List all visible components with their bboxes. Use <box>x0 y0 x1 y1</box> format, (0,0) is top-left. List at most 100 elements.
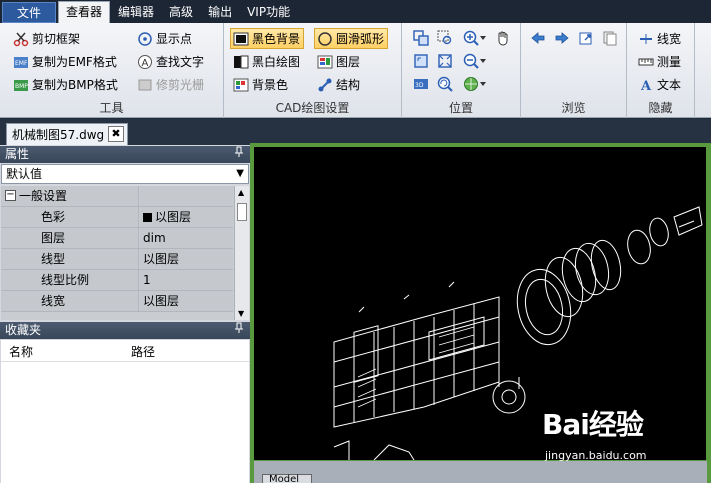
document-tab[interactable]: 机械制图57.dwg ✖ <box>6 123 128 145</box>
property-row-layer[interactable]: 图层 dim <box>1 228 233 249</box>
layers-button[interactable]: 图层 <box>314 51 364 72</box>
property-name: 图层 <box>1 228 139 248</box>
find-text-icon: A <box>137 54 153 70</box>
property-category-label: 一般设置 <box>19 189 68 203</box>
chevron-down-icon[interactable] <box>478 52 488 70</box>
scroll-down-icon[interactable]: ▼ <box>238 309 244 318</box>
fit-to-window-icon[interactable] <box>436 52 454 70</box>
trim-raster-label: 修剪光栅 <box>156 78 205 92</box>
chevron-down-icon[interactable]: ▼ <box>236 165 244 183</box>
drawing-gear-fragment <box>333 440 350 460</box>
background-color-label: 背景色 <box>252 78 289 92</box>
zoom-previous-icon[interactable] <box>436 75 454 93</box>
favorites-list: 名称 路径 <box>1 340 249 483</box>
trim-raster-button[interactable]: 修剪光栅 <box>134 74 208 95</box>
bmp-icon: BMP <box>13 77 29 93</box>
drawing-flange-inner <box>501 389 517 405</box>
property-row-linetype-scale[interactable]: 线型比例 1 <box>1 270 233 291</box>
drawing-ring <box>649 217 669 247</box>
property-scrollbar[interactable]: ▲ ▼ <box>234 186 249 320</box>
cad-settings-group-label: CAD绘图设置 <box>275 101 350 115</box>
pin-icon[interactable] <box>234 322 244 339</box>
drawing-dim-ticks <box>358 281 455 313</box>
cut-frame-button[interactable]: 剪切框架 <box>10 28 84 49</box>
copy-emf-button[interactable]: EMF 复制为EMF格式 <box>10 51 121 72</box>
copy-pages-icon[interactable] <box>601 29 619 47</box>
menu-tab-viewer[interactable]: 查看器 <box>58 1 111 23</box>
hide-group-label: 隐藏 <box>648 101 673 115</box>
properties-title: 属性 <box>5 147 30 161</box>
emf-icon: EMF <box>13 54 29 70</box>
scrollbar-thumb[interactable] <box>237 203 247 221</box>
favorites-col-name[interactable]: 名称 <box>9 343 33 360</box>
property-name: 线型 <box>1 249 139 269</box>
rotate-3d-icon[interactable]: 3D <box>412 75 430 93</box>
property-value[interactable]: 以图层 <box>140 291 233 311</box>
properties-preset-value: 默认值 <box>6 167 43 181</box>
text-button[interactable]: A 文本 <box>635 74 685 95</box>
property-category-value <box>140 186 233 206</box>
chevron-down-icon[interactable] <box>478 29 488 47</box>
copy-bmp-button[interactable]: BMP 复制为BMP格式 <box>10 74 122 95</box>
pan-hand-icon[interactable] <box>494 29 512 47</box>
zoom-region-icon[interactable] <box>436 29 454 47</box>
show-points-button[interactable]: 显示点 <box>134 28 196 49</box>
property-value[interactable]: 以图层 <box>140 249 233 269</box>
arrow-right-icon[interactable] <box>553 29 571 47</box>
line-width-label: 线宽 <box>657 32 682 46</box>
ribbon-group-hide: 线宽 测量 A 文本 隐藏 <box>627 23 695 118</box>
collapse-icon[interactable]: − <box>5 190 16 201</box>
property-category-row[interactable]: − 一般设置 <box>1 186 233 207</box>
menu-tab-editor[interactable]: 编辑器 <box>111 2 161 23</box>
property-value[interactable]: 1 <box>140 270 233 290</box>
find-text-label: 查找文字 <box>156 55 205 69</box>
text-a-icon: A <box>638 77 654 93</box>
svg-text:EMF: EMF <box>15 60 28 67</box>
drawing-ring <box>627 229 651 265</box>
model-tab[interactable]: Model <box>262 474 312 483</box>
drawing-ring-inner <box>524 278 564 336</box>
zoom-extents-icon[interactable] <box>412 52 430 70</box>
menu-tab-file[interactable]: 文件 <box>2 2 57 23</box>
svg-text:3D: 3D <box>415 82 424 89</box>
properties-preset-select[interactable]: 默认值 ▼ <box>1 164 249 184</box>
svg-text:A: A <box>640 79 652 93</box>
black-background-button[interactable]: 黑色背景 <box>230 28 305 49</box>
scissors-icon <box>13 31 29 47</box>
background-color-button[interactable]: 背景色 <box>230 74 292 95</box>
arrow-left-icon[interactable] <box>529 29 547 47</box>
menu-tab-advanced[interactable]: 高级 <box>162 2 200 23</box>
property-value[interactable]: 以图层 <box>140 207 233 227</box>
property-row-linetype[interactable]: 线型 以图层 <box>1 249 233 270</box>
close-icon[interactable]: ✖ <box>108 126 124 142</box>
favorites-col-path[interactable]: 路径 <box>131 343 155 360</box>
zoom-window-icon[interactable] <box>412 29 430 47</box>
property-value[interactable]: dim <box>140 228 233 248</box>
pin-icon[interactable] <box>234 146 244 163</box>
structure-label: 结构 <box>336 78 361 92</box>
ruler-icon <box>638 54 654 70</box>
property-row-color[interactable]: 色彩 以图层 <box>1 207 233 228</box>
chevron-down-icon[interactable] <box>478 75 488 93</box>
scroll-up-icon[interactable]: ▲ <box>238 188 244 197</box>
properties-panel-title: 属性 <box>0 146 250 163</box>
property-row-lineweight[interactable]: 线宽 以图层 <box>1 291 233 312</box>
left-panel: 属性 默认值 ▼ − 一般设置 色彩 以图层 图层 dim 线型 以图层 线型比… <box>0 145 250 483</box>
line-width-button[interactable]: 线宽 <box>635 28 685 49</box>
smooth-arc-button[interactable]: 圆滑弧形 <box>314 28 389 49</box>
drawing-gear-fragment <box>373 444 415 460</box>
menu-tab-vip[interactable]: VIP功能 <box>240 2 297 23</box>
measure-button[interactable]: 测量 <box>635 51 685 72</box>
bw-drawing-button[interactable]: 黑白绘图 <box>230 51 304 72</box>
menu-tab-output[interactable]: 输出 <box>201 2 239 23</box>
black-background-icon <box>233 31 249 47</box>
find-text-button[interactable]: A 查找文字 <box>134 51 208 72</box>
smooth-arc-label: 圆滑弧形 <box>336 32 385 46</box>
svg-text:A: A <box>142 58 149 69</box>
drawing-vertical-lines <box>353 304 475 422</box>
watermark-logo: Bai经验 jingyan.baidu.com <box>542 403 707 473</box>
structure-button[interactable]: 结构 <box>314 74 364 95</box>
open-file-icon[interactable] <box>577 29 595 47</box>
copy-bmp-label: 复制为BMP格式 <box>32 78 118 92</box>
structure-icon <box>317 77 333 93</box>
